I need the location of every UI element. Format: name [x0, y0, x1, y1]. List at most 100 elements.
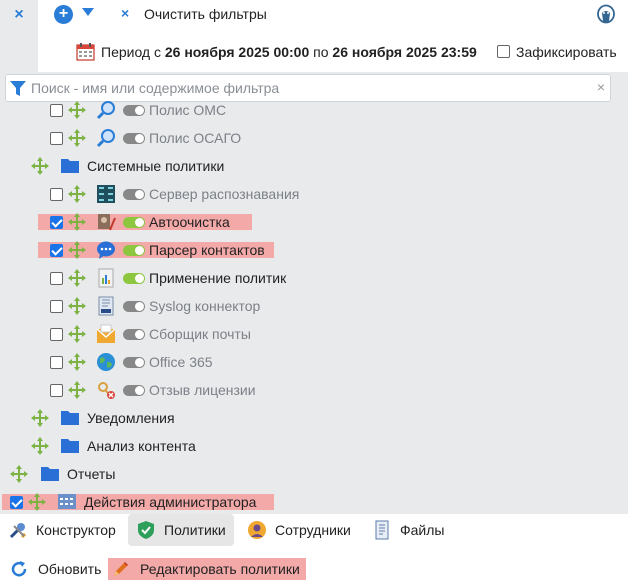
wrench-icon — [9, 523, 27, 539]
tree-checkbox[interactable] — [50, 244, 63, 257]
folder-icon — [61, 159, 79, 173]
toggle-switch[interactable] — [123, 385, 145, 396]
clear-filters-icon[interactable]: × — [121, 5, 129, 21]
close-tab-button[interactable]: × — [0, 0, 38, 30]
tree-item-label: Парсер контактов — [149, 242, 265, 258]
tab-label: Конструктор — [36, 522, 116, 538]
tab-constructor[interactable]: Конструктор — [8, 514, 124, 546]
tree-item-policy-apply[interactable]: Применение политик — [0, 264, 628, 292]
file-icon — [375, 520, 389, 540]
tree-item-label: Syslog коннектор — [149, 298, 261, 314]
toggle-switch[interactable] — [123, 189, 145, 200]
tree-folder-content-analysis[interactable]: Анализ контента — [0, 432, 628, 460]
tab-label: Политики — [164, 522, 226, 538]
tree-checkbox[interactable] — [50, 188, 63, 201]
tree-item-contact-parser[interactable]: Парсер контактов — [0, 236, 628, 264]
add-filter-button[interactable]: + — [54, 5, 73, 24]
tree-folder-label: Отчеты — [67, 466, 116, 482]
cleanup-broom-icon — [98, 214, 116, 231]
magnifier-icon — [96, 129, 115, 148]
chevron-down-icon[interactable] — [82, 8, 94, 16]
tab-label: Сотрудники — [275, 522, 351, 538]
period-from: 26 ноября 2025 00:00 — [164, 44, 310, 60]
toggle-switch[interactable] — [123, 357, 145, 368]
user-icon — [248, 521, 266, 539]
tree-item-label: Полис ОМС — [149, 102, 227, 118]
tree-item-recognition-server[interactable]: Сервер распознавания — [0, 180, 628, 208]
tree-folder-label: Уведомления — [87, 410, 175, 426]
tree-item-syslog-connector[interactable]: Syslog коннектор — [0, 292, 628, 320]
toggle-switch[interactable] — [123, 301, 145, 312]
globe-icon — [97, 353, 115, 371]
edit-policies-button[interactable]: Редактировать политики — [108, 558, 306, 580]
tree-checkbox[interactable] — [50, 272, 63, 285]
calendar-icon[interactable] — [76, 42, 95, 61]
move-arrows-icon[interactable] — [31, 437, 49, 455]
tab-files[interactable]: Файлы — [372, 514, 444, 546]
move-arrows-icon[interactable] — [68, 353, 86, 371]
toggle-switch[interactable] — [123, 273, 145, 284]
move-arrows-icon[interactable] — [31, 157, 49, 175]
move-arrows-icon[interactable] — [28, 493, 46, 511]
move-arrows-icon[interactable] — [68, 101, 86, 119]
document-chart-icon — [98, 268, 114, 288]
tree-folder-label: Анализ контента — [87, 438, 196, 454]
tree-folder-reports[interactable]: Отчеты — [0, 460, 628, 488]
tree-checkbox[interactable] — [50, 384, 63, 397]
tree-checkbox[interactable] — [50, 104, 63, 117]
tree-item-polis-oms[interactable]: Полис ОМС — [0, 96, 628, 124]
toggle-switch[interactable] — [123, 133, 145, 144]
tree-checkbox[interactable] — [50, 216, 63, 229]
period-range[interactable]: Период с 26 ноября 2025 00:00 по 26 нояб… — [101, 44, 477, 60]
period-to: 26 ноября 2025 23:59 — [332, 44, 477, 60]
tree-checkbox[interactable] — [50, 300, 63, 313]
key-revoke-icon — [98, 382, 115, 399]
move-arrows-icon[interactable] — [10, 465, 28, 483]
move-arrows-icon[interactable] — [31, 409, 49, 427]
tree-item-autocleanup[interactable]: Автоочистка — [0, 208, 628, 236]
tree-folder-system-policies[interactable]: Системные политики — [0, 152, 628, 180]
tree-checkbox[interactable] — [10, 496, 23, 509]
tab-employees[interactable]: Сотрудники — [247, 514, 351, 546]
tab-policies[interactable]: Политики — [128, 514, 234, 546]
fix-period-label: Зафиксировать — [516, 44, 617, 60]
move-arrows-icon[interactable] — [68, 269, 86, 287]
toggle-switch[interactable] — [123, 245, 145, 256]
toggle-switch[interactable] — [123, 329, 145, 340]
tree-checkbox[interactable] — [50, 132, 63, 145]
clear-filters-button[interactable]: Очистить фильтры — [144, 6, 267, 22]
move-arrows-icon[interactable] — [68, 381, 86, 399]
edit-policies-label: Редактировать политики — [140, 561, 300, 577]
refresh-label: Обновить — [38, 561, 102, 577]
action-bar: Обновить Редактировать политики — [0, 546, 628, 587]
tree-checkbox[interactable] — [50, 356, 63, 369]
toggle-switch[interactable] — [123, 105, 145, 116]
tree-item-office-365[interactable]: Office 365 — [0, 348, 628, 376]
refresh-button[interactable]: Обновить — [10, 558, 101, 580]
folder-icon — [41, 467, 59, 481]
folder-icon — [61, 411, 79, 425]
tree-item-label: Полис ОСАГО — [149, 130, 242, 146]
toggle-switch[interactable] — [123, 217, 145, 228]
tree-folder-notifications[interactable]: Уведомления — [0, 404, 628, 432]
fix-period-checkbox[interactable] — [497, 45, 510, 58]
move-arrows-icon[interactable] — [68, 325, 86, 343]
move-arrows-icon[interactable] — [68, 297, 86, 315]
move-arrows-icon[interactable] — [68, 241, 86, 259]
tree-folder-label: Системные политики — [87, 158, 225, 174]
tree-folder-admin-actions[interactable]: Действия администратора — [0, 488, 628, 514]
tree-item-mail-collector[interactable]: Сборщик почты — [0, 320, 628, 348]
move-arrows-icon[interactable] — [68, 213, 86, 231]
move-arrows-icon[interactable] — [68, 185, 86, 203]
tree-item-label: Применение политик — [149, 270, 287, 286]
left-gutter — [0, 30, 38, 72]
policy-tree-panel: × Полис ОМС Полис ОСАГО Системные полити… — [0, 72, 628, 514]
mail-envelope-icon — [96, 324, 116, 343]
move-arrows-icon[interactable] — [68, 129, 86, 147]
log-file-icon — [98, 296, 114, 316]
shield-icon — [138, 521, 154, 539]
tree-checkbox[interactable] — [50, 328, 63, 341]
tree-item-polis-osago[interactable]: Полис ОСАГО — [0, 124, 628, 152]
tree-item-license-revoke[interactable]: Отзыв лицензии — [0, 376, 628, 404]
search-clear-icon[interactable]: × — [597, 79, 605, 95]
